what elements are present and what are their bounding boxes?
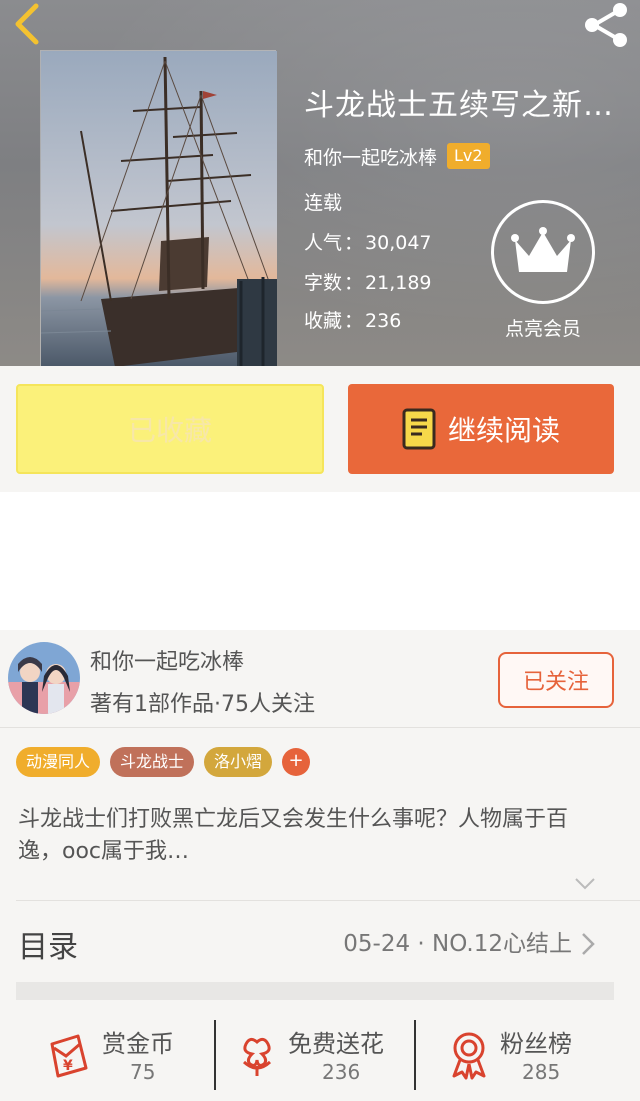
vip-button[interactable]: 点亮会员 [490, 200, 596, 340]
chevron-right-icon [582, 933, 595, 955]
vip-badge [491, 200, 595, 304]
favorited-button[interactable]: 已收藏 [16, 384, 324, 474]
stat-label: 字数 [304, 272, 343, 294]
reward-coins-count: 75 [130, 1060, 156, 1084]
chevron-down-icon[interactable] [572, 870, 598, 896]
stat-word-count: 字数： 21,189 [304, 272, 432, 294]
separator [214, 1020, 216, 1090]
fan-ranking-button[interactable]: 粉丝榜 285 [446, 1020, 596, 1092]
send-flower-button[interactable]: 免费送花 236 [234, 1020, 404, 1092]
blank-area [0, 492, 640, 630]
tag[interactable]: 动漫同人 [16, 747, 101, 777]
author-name[interactable]: 和你一起吃冰棒 [304, 143, 437, 170]
reward-coins-button[interactable]: ¥ 赏金币 75 [44, 1020, 194, 1092]
latest-chapter: 05-24 · NO.12心结上 [343, 931, 572, 957]
stat-value: 21,189 [365, 272, 432, 294]
fan-ranking-count: 285 [522, 1060, 561, 1084]
bottom-bar: ¥ 赏金币 75 免费送花 236 粉丝榜 285 [0, 1000, 640, 1101]
book-icon [402, 408, 436, 450]
anime-avatar-image [8, 642, 80, 714]
tag[interactable]: 斗龙战士 [110, 747, 195, 777]
avatar[interactable] [8, 642, 80, 714]
send-flower-label: 免费送花 [288, 1030, 384, 1058]
stat-label: 人气 [304, 232, 343, 254]
author-card[interactable]: 和你一起吃冰棒 著有1部作品·75人关注 已关注 [0, 630, 640, 728]
toc-label: 目录 [18, 930, 78, 965]
share-button[interactable] [580, 2, 632, 48]
divider [16, 900, 640, 901]
crown-icon [511, 227, 575, 272]
action-area: 已收藏 继续阅读 [0, 366, 640, 492]
fan-ranking-label: 粉丝榜 [500, 1030, 572, 1058]
send-flower-count: 236 [322, 1060, 361, 1084]
svg-text:¥: ¥ [63, 1058, 73, 1074]
ship-cover-image [40, 51, 277, 366]
separator [414, 1020, 416, 1090]
table-of-contents-row[interactable]: 目录 05-24 · NO.12心结上 [0, 902, 640, 982]
book-description: 斗龙战士们打败黑亡龙后又会发生什么事呢？人物属于百逸，ooc属于我… [18, 807, 569, 864]
serial-status: 连载 [304, 192, 343, 214]
flower-icon [242, 1037, 272, 1076]
vip-label: 点亮会员 [504, 318, 581, 340]
stat-label: 收藏 [304, 310, 343, 332]
reward-coins-label: 赏金币 [102, 1030, 174, 1058]
continue-reading-label: 继续阅读 [447, 414, 560, 447]
red-envelope-icon: ¥ [50, 1034, 88, 1078]
back-button[interactable] [6, 2, 46, 46]
author-card-name: 和你一起吃冰棒 [90, 650, 245, 675]
author-row: 和你一起吃冰棒 Lv2 [304, 140, 490, 172]
ribbon-award-icon [452, 1032, 486, 1080]
level-badge: Lv2 [447, 143, 490, 169]
stat-value: 236 [365, 310, 402, 332]
stat-value: 30,047 [365, 232, 432, 254]
section-band [16, 982, 614, 1000]
stat-popularity: 人气： 30,047 [304, 232, 432, 254]
followed-button[interactable]: 已关注 [498, 652, 614, 708]
author-card-meta: 著有1部作品·75人关注 [90, 692, 315, 717]
book-header: 斗龙战士五续写之新… 和你一起吃冰棒 Lv2 连载 人气： 30,047 字数： 2… [0, 0, 640, 366]
share-icon [585, 3, 627, 47]
continue-reading-button[interactable]: 继续阅读 [348, 384, 614, 474]
tag-list: 动漫同人 斗龙战士 洛小熠 + [16, 746, 311, 778]
add-tag-button[interactable]: + [282, 748, 311, 776]
stat-favorites: 收藏： 236 [304, 310, 402, 332]
book-cover[interactable] [40, 50, 277, 366]
book-title: 斗龙战士五续写之新… [304, 88, 614, 123]
chevron-left-icon [15, 3, 39, 45]
tag[interactable]: 洛小熠 [204, 747, 273, 777]
